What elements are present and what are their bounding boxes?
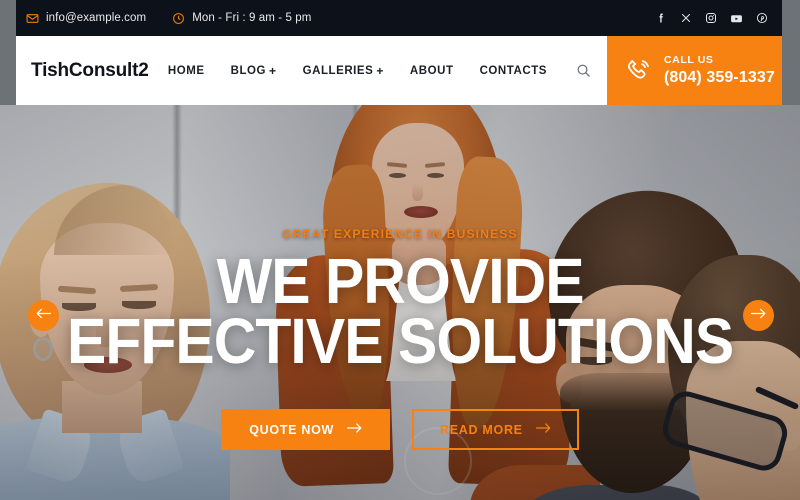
envelope-icon (26, 12, 39, 25)
page-root: info@example.com Mon - Fri : 9 am - 5 pm (0, 0, 800, 500)
arrow-right-icon (535, 422, 551, 437)
carousel-prev-button[interactable] (28, 300, 59, 331)
call-us-block[interactable]: CALL US (804) 359-1337 (607, 36, 782, 105)
search-icon[interactable] (573, 61, 593, 81)
arrow-left-icon (36, 307, 51, 325)
clock-icon (172, 12, 185, 25)
facebook-icon[interactable] (655, 12, 667, 24)
quote-now-button-label: QUOTE NOW (249, 422, 335, 437)
carousel-next-button[interactable] (743, 300, 774, 331)
site-header: TishConsult2 HOME BLOG + GALLERIES + ABO… (16, 36, 782, 105)
topbar-email-text: info@example.com (46, 12, 147, 24)
x-twitter-icon[interactable] (680, 12, 692, 24)
nav-item-about[interactable]: ABOUT (410, 65, 454, 77)
social-links (655, 12, 768, 25)
call-us-label: CALL US (664, 54, 714, 66)
nav-item-galleries-plus-icon: + (376, 63, 384, 78)
pinterest-icon[interactable] (756, 12, 768, 24)
main-navigation: HOME BLOG + GALLERIES + ABOUT CONTACTS (149, 36, 607, 105)
arrow-right-icon (347, 422, 362, 437)
nav-item-contacts-label: CONTACTS (479, 64, 547, 77)
topbar-hours-text: Mon - Fri : 9 am - 5 pm (192, 12, 312, 24)
hero-cta-group: QUOTE NOW READ MORE (221, 409, 579, 451)
nav-item-blog-label: BLOG (230, 64, 267, 77)
quote-now-button[interactable]: QUOTE NOW (221, 409, 391, 451)
instagram-icon[interactable] (705, 12, 717, 24)
call-us-number: (804) 359-1337 (664, 69, 775, 86)
read-more-button-label: READ MORE (440, 422, 523, 437)
call-us-text-group: CALL US (804) 359-1337 (664, 54, 775, 87)
nav-item-galleries[interactable]: GALLERIES + (303, 64, 384, 78)
arrow-right-icon (751, 307, 766, 325)
site-logo[interactable]: TishConsult2 (16, 36, 149, 105)
nav-item-blog-plus-icon: + (269, 63, 277, 78)
phone-ringing-icon (625, 57, 652, 84)
nav-item-home-label: HOME (167, 64, 205, 77)
youtube-icon[interactable] (730, 12, 743, 25)
topbar-email[interactable]: info@example.com (26, 12, 146, 25)
nav-item-blog[interactable]: BLOG + (231, 64, 277, 78)
nav-item-galleries-label: GALLERIES (302, 64, 374, 77)
top-contact-bar: info@example.com Mon - Fri : 9 am - 5 pm (16, 0, 782, 36)
read-more-button[interactable]: READ MORE (412, 409, 579, 451)
nav-item-home[interactable]: HOME (168, 65, 205, 77)
nav-item-about-label: ABOUT (409, 64, 454, 77)
topbar-hours: Mon - Fri : 9 am - 5 pm (172, 12, 311, 25)
nav-item-contacts[interactable]: CONTACTS (480, 65, 547, 77)
